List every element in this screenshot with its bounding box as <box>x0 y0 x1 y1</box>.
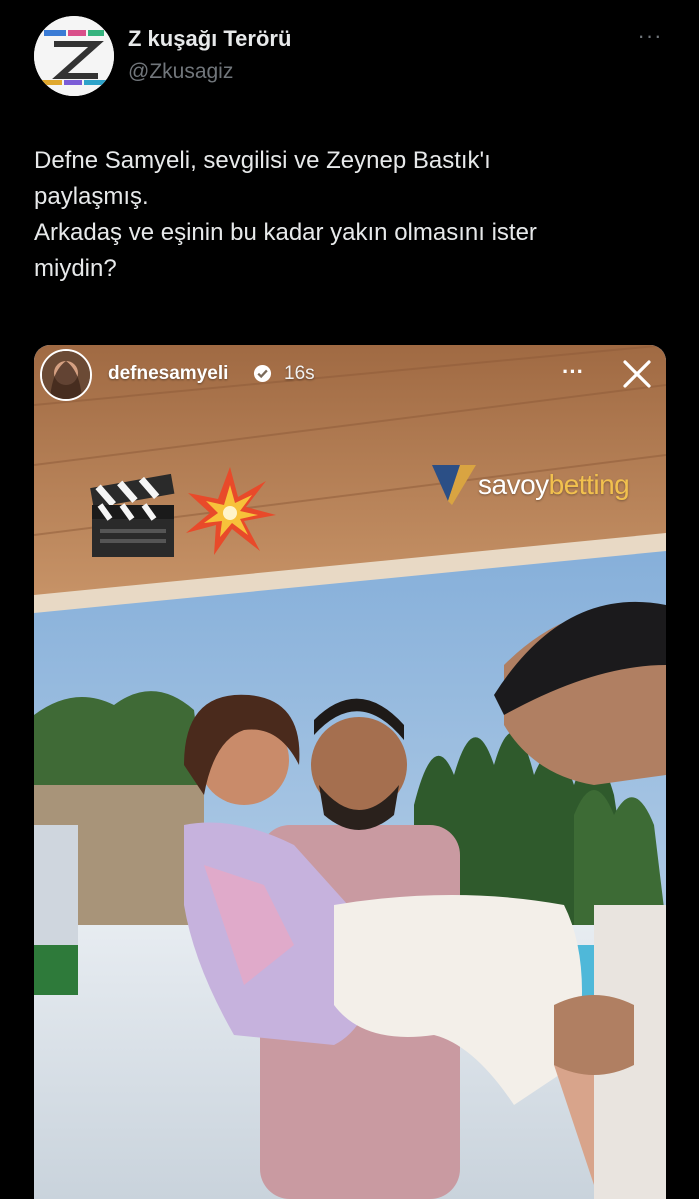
story-username[interactable]: defnesamyeli <box>108 363 228 385</box>
collision-icon <box>186 467 276 555</box>
display-name[interactable]: Z kuşağı Terörü <box>128 26 291 52</box>
user-handle[interactable]: @Zkusagiz <box>128 60 233 84</box>
tweet-header: Z kuşağı Terörü @Zkusagiz ··· <box>34 16 666 98</box>
verified-badge-icon <box>253 364 272 383</box>
story-more-icon[interactable]: ··· <box>562 359 584 385</box>
profile-avatar[interactable] <box>34 16 114 96</box>
story-avatar[interactable] <box>40 349 92 401</box>
close-icon[interactable] <box>620 357 654 391</box>
story-timestamp: 16s <box>284 363 315 384</box>
tweet-media[interactable]: defnesamyeli 16s ··· savoybetting <box>34 345 666 1199</box>
brand-text-part2: betting <box>548 469 630 500</box>
more-horizontal-icon[interactable]: ··· <box>634 25 666 52</box>
tweet-text: Defne Samyeli, sevgilisi ve Zeynep Bastı… <box>34 147 537 282</box>
brand-text-part1: savoy <box>478 469 549 500</box>
brand-logo-text: savoybetting <box>478 469 630 501</box>
clapper-board-icon <box>90 473 175 557</box>
story-header: defnesamyeli 16s ··· <box>34 345 666 405</box>
